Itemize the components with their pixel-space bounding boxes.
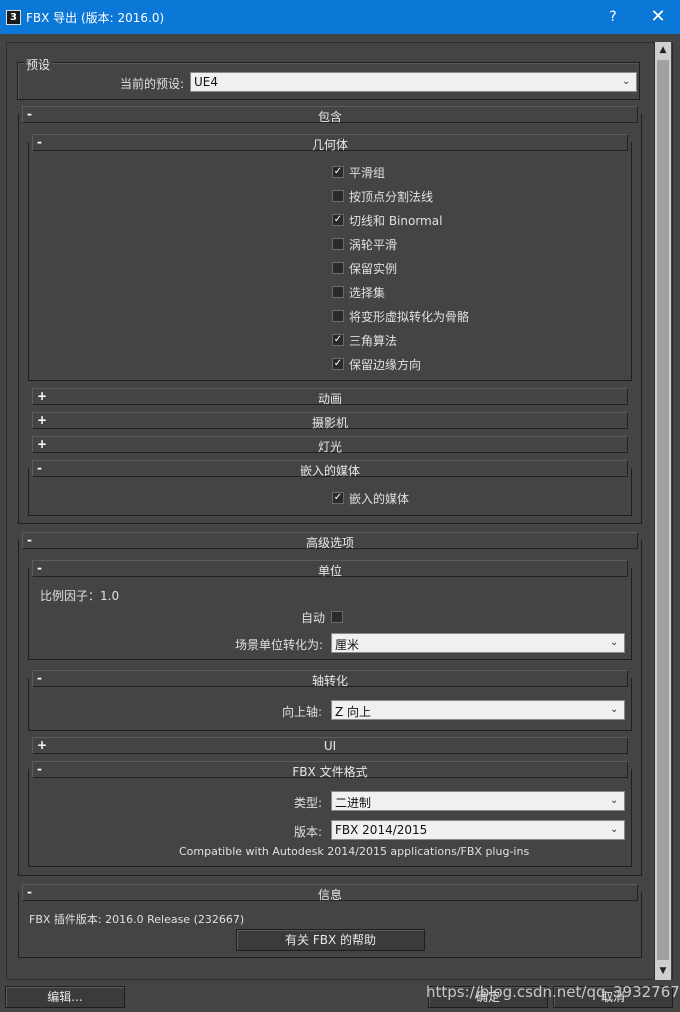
window-title: FBX 导出 (版本: 2016.0) [26, 11, 165, 25]
geometry-option-checkbox[interactable]: ✓ [332, 214, 344, 226]
geometry-option-label: 将变形虚拟转化为骨骼 [349, 310, 470, 324]
edit-button[interactable]: 编辑... [5, 986, 125, 1008]
help-button[interactable]: ? [600, 5, 626, 29]
up-axis-dropdown[interactable]: Z 向上 ⌄ [331, 700, 625, 720]
chevron-down-icon: ⌄ [610, 795, 619, 806]
animation-rollout-title: 动画 [317, 392, 342, 406]
convert-units-label: 场景单位转化为: [235, 638, 324, 652]
ui-rollout-title: UI [323, 739, 337, 753]
plugin-version-text: FBX 插件版本: 2016.0 Release (232667) [29, 913, 245, 926]
geometry-option-checkbox[interactable] [332, 310, 344, 322]
current-preset-label: 当前的预设: [120, 77, 185, 91]
animation-rollout-header[interactable]: + 动画 [32, 388, 628, 406]
camera-rollout-title: 摄影机 [311, 416, 348, 430]
light-rollout-title: 灯光 [317, 440, 342, 454]
geometry-option-label: 涡轮平滑 [349, 238, 398, 252]
embedded-media-rollout-body [28, 468, 632, 516]
chevron-down-icon: ⌄ [610, 704, 619, 715]
scroll-down-icon[interactable]: ▼ [655, 964, 671, 978]
close-button[interactable]: ✕ [640, 5, 676, 29]
convert-units-dropdown[interactable]: 厘米 ⌄ [331, 633, 625, 653]
geometry-option-checkbox[interactable]: ✓ [332, 358, 344, 370]
geometry-option-label: 三角算法 [349, 334, 398, 348]
geometry-option-checkbox[interactable] [332, 238, 344, 250]
format-version-value: FBX 2014/2015 [335, 823, 428, 837]
format-version-dropdown[interactable]: FBX 2014/2015 ⌄ [331, 820, 625, 840]
current-preset-value: UE4 [194, 75, 218, 89]
format-type-value: 二进制 [335, 796, 372, 810]
scale-factor-text: 比例因子：1.0 [40, 589, 120, 603]
geometry-option-label: 选择集 [349, 286, 386, 300]
presets-group-title: 预设 [24, 56, 53, 73]
format-type-label: 类型: [294, 796, 323, 810]
scrollbar-thumb[interactable] [657, 60, 669, 960]
convert-units-value: 厘米 [335, 638, 360, 652]
scroll-up-icon[interactable]: ▲ [655, 43, 671, 57]
geometry-option-label: 切线和 Binormal [349, 214, 443, 228]
geometry-option-checkbox[interactable] [332, 286, 344, 298]
auto-units-label: 自动 [301, 611, 326, 625]
embedded-media-checkbox[interactable]: ✓ [332, 492, 344, 504]
geometry-option-label: 平滑组 [349, 166, 386, 180]
chevron-down-icon: ⌄ [610, 824, 619, 835]
geometry-option-checkbox[interactable] [332, 190, 344, 202]
app-logo-icon: 3 [6, 10, 21, 25]
geometry-option-checkbox[interactable]: ✓ [332, 166, 344, 178]
geometry-option-checkbox[interactable] [332, 262, 344, 274]
current-preset-dropdown[interactable]: UE4 ⌄ [190, 72, 637, 92]
camera-rollout-header[interactable]: + 摄影机 [32, 412, 628, 430]
ui-rollout-header[interactable]: + UI [32, 737, 628, 754]
format-type-dropdown[interactable]: 二进制 ⌄ [331, 791, 625, 811]
format-version-label: 版本: [294, 825, 323, 839]
watermark-text: https://blog.csdn.net/qq_39327678 [426, 983, 680, 1001]
geometry-option-checkbox[interactable]: ✓ [332, 334, 344, 346]
chevron-down-icon: ⌄ [610, 637, 619, 648]
auto-units-checkbox[interactable] [331, 611, 343, 623]
compatibility-note: Compatible with Autodesk 2014/2015 appli… [179, 845, 530, 858]
geometry-option-label: 保留边缘方向 [349, 358, 422, 372]
geometry-option-label: 保留实例 [349, 262, 398, 276]
embedded-media-label: 嵌入的媒体 [349, 492, 410, 506]
light-rollout-header[interactable]: + 灯光 [32, 436, 628, 454]
fbx-help-button[interactable]: 有关 FBX 的帮助 [236, 929, 425, 951]
up-axis-label: 向上轴: [282, 705, 323, 719]
geometry-rollout-body [28, 142, 632, 381]
chevron-down-icon: ⌄ [622, 76, 631, 87]
geometry-option-label: 按顶点分割法线 [349, 190, 434, 204]
title-bar: 3 FBX 导出 (版本: 2016.0) ? ✕ [0, 0, 680, 34]
vertical-scrollbar[interactable]: ▲ ▼ [654, 42, 671, 980]
up-axis-value: Z 向上 [335, 705, 372, 719]
